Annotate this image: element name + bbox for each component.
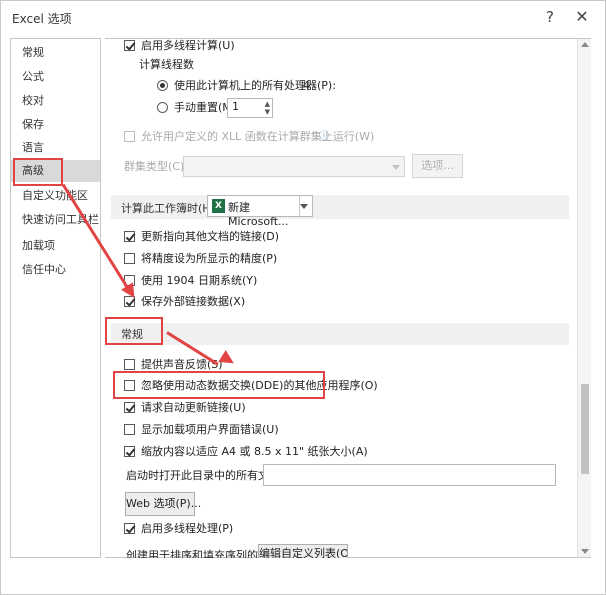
sidebar-item-language[interactable]: 语言: [11, 137, 100, 159]
update-links-checkbox[interactable]: [124, 231, 135, 242]
stepper-arrows-icon[interactable]: ▲ ▼: [265, 100, 270, 116]
annotation-box-advanced: [13, 158, 63, 186]
sidebar-item-customize-ribbon[interactable]: 自定义功能区: [11, 185, 100, 207]
annotation-box-general: [105, 317, 163, 345]
xll-checkbox[interactable]: [124, 131, 135, 142]
scroll-thumb[interactable]: [581, 384, 589, 474]
cluster-type-select[interactable]: [183, 156, 405, 177]
multithread-checkbox[interactable]: [124, 40, 135, 51]
workbook-select[interactable]: X 新建 Microsoft...: [207, 195, 313, 228]
auto-update-links-checkbox[interactable]: [124, 402, 135, 413]
title-bar: Excel 选项 ? ✕: [1, 1, 605, 33]
startup-folder-input[interactable]: [263, 464, 556, 486]
sidebar-item-trust-center[interactable]: 信任中心: [11, 259, 100, 281]
close-button[interactable]: ✕: [570, 6, 594, 28]
workbook-calc-header: 计算此工作簿时(H):: [111, 195, 569, 219]
cluster-options-button[interactable]: 选项...: [412, 154, 463, 178]
options-sidebar: 常规 公式 校对 保存 语言 高级 自定义功能区 快速访问工具栏 加载项 信任中…: [10, 38, 101, 558]
excel-options-dialog: Excel 选项 ? ✕ 常规 公式 校对 保存 语言 高级 自定义功能区 快速…: [0, 0, 606, 595]
manual-radio[interactable]: [157, 102, 168, 113]
sound-feedback-checkbox[interactable]: [124, 359, 135, 370]
web-options-button[interactable]: Web 选项(P)...: [125, 492, 201, 516]
annotation-box-ignore-dde: [113, 371, 325, 399]
use-all-radio[interactable]: [157, 80, 168, 91]
sidebar-item-proofing[interactable]: 校对: [11, 90, 100, 112]
sidebar-item-addins[interactable]: 加载项: [11, 235, 100, 257]
help-button[interactable]: ?: [538, 6, 562, 28]
vertical-scrollbar[interactable]: [577, 39, 591, 557]
sidebar-item-formulas[interactable]: 公式: [11, 66, 100, 88]
addin-errors-checkbox[interactable]: [124, 424, 135, 435]
chevron-down-icon: [392, 165, 400, 170]
sidebar-item-save[interactable]: 保存: [11, 114, 100, 136]
dialog-title: Excel 选项: [12, 12, 72, 26]
cluster-type-label: 群集类型(C):: [124, 160, 188, 173]
threads-label: 计算线程数: [139, 58, 194, 71]
info-icon: ⓘ: [319, 131, 329, 142]
excel-icon: X: [212, 199, 225, 213]
sidebar-item-general[interactable]: 常规: [11, 42, 100, 64]
processor-count: 4: [303, 79, 310, 92]
precision-checkbox[interactable]: [124, 253, 135, 264]
scroll-up-icon[interactable]: [581, 42, 589, 47]
edit-custom-list-button[interactable]: 编辑自定义列表(O)...: [258, 544, 348, 558]
chevron-down-icon[interactable]: [300, 204, 308, 209]
scale-a4-checkbox[interactable]: [124, 446, 135, 457]
manual-threads-stepper[interactable]: 1 ▲ ▼: [227, 98, 273, 118]
multiproc-checkbox[interactable]: [124, 523, 135, 534]
scroll-down-icon[interactable]: [581, 549, 589, 554]
